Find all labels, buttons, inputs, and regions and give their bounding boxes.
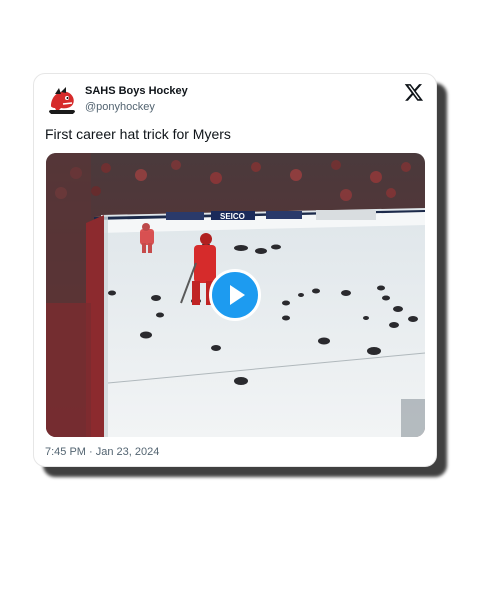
tweet-video[interactable]: SEICO	[46, 153, 425, 437]
pony-mascot-avatar	[45, 84, 79, 118]
play-icon	[230, 285, 245, 305]
author-avatar[interactable]	[45, 84, 79, 118]
tweet-timestamp[interactable]: 7:45 PM · Jan 23, 2024	[45, 446, 159, 458]
author-name[interactable]: SAHS Boys Hockey	[85, 85, 188, 97]
play-button[interactable]	[209, 269, 261, 321]
x-logo-icon[interactable]	[404, 82, 424, 102]
svg-text:SEICO: SEICO	[220, 212, 245, 221]
tweet-text: First career hat trick for Myers	[45, 126, 231, 142]
author-handle[interactable]: @ponyhockey	[85, 101, 155, 113]
tweet-card: SAHS Boys Hockey @ponyhockey First caree…	[33, 73, 437, 467]
